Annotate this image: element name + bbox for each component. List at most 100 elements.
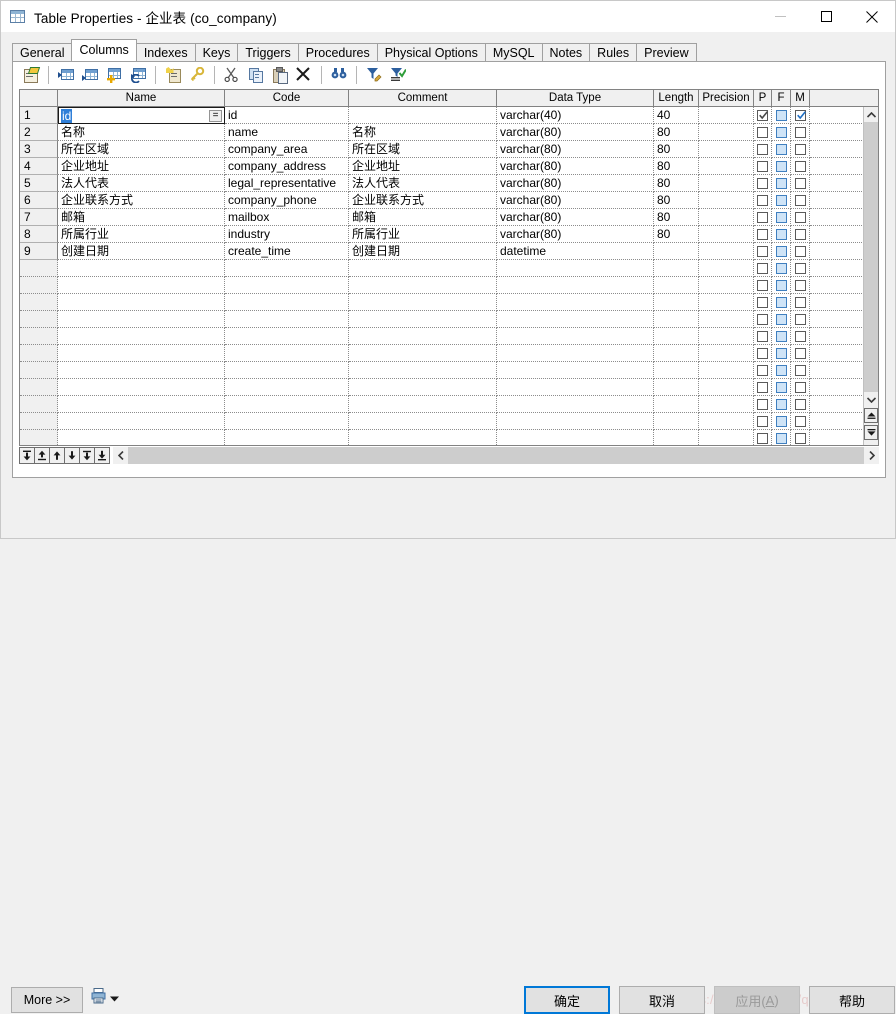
table-row[interactable]: 5 法人代表 legal_representative 法人代表 varchar(80)… bbox=[20, 175, 878, 192]
cell-p[interactable] bbox=[754, 141, 772, 158]
cell-precision[interactable] bbox=[699, 243, 754, 260]
checkbox-p[interactable] bbox=[757, 126, 768, 138]
cell-f[interactable] bbox=[772, 158, 791, 175]
cell-name[interactable]: 企业联系方式 bbox=[58, 192, 225, 209]
cell-code[interactable]: create_time bbox=[225, 243, 349, 260]
cell-m[interactable] bbox=[791, 260, 810, 277]
cell-num[interactable]: 5 bbox=[20, 175, 58, 192]
notes-icon[interactable] bbox=[161, 64, 185, 87]
cell-code[interactable] bbox=[225, 311, 349, 328]
cell-precision[interactable] bbox=[699, 226, 754, 243]
cell-m[interactable] bbox=[791, 226, 810, 243]
table-row-empty[interactable] bbox=[20, 345, 878, 362]
cell-datatype[interactable]: varchar(80) bbox=[497, 192, 654, 209]
cut-icon[interactable] bbox=[220, 64, 244, 87]
cell-p[interactable] bbox=[754, 209, 772, 226]
checkbox-m[interactable] bbox=[794, 415, 806, 427]
cell-m[interactable] bbox=[791, 311, 810, 328]
cell-p[interactable] bbox=[754, 362, 772, 379]
checkbox-m[interactable] bbox=[794, 381, 806, 393]
cell-name[interactable]: 企业地址 bbox=[58, 158, 225, 175]
cell-m[interactable] bbox=[791, 345, 810, 362]
cell-p[interactable] bbox=[754, 277, 772, 294]
add-column-icon[interactable] bbox=[102, 64, 126, 87]
cell-num[interactable] bbox=[20, 260, 58, 277]
nav-next-row-button[interactable] bbox=[64, 446, 80, 464]
print-group[interactable] bbox=[91, 988, 119, 1007]
nav-page-down-button[interactable] bbox=[79, 446, 95, 464]
cell-datatype[interactable] bbox=[497, 294, 654, 311]
cell-length[interactable]: 80 bbox=[654, 141, 699, 158]
checkbox-m[interactable] bbox=[794, 228, 806, 240]
checkbox-p[interactable] bbox=[757, 211, 768, 223]
cell-precision[interactable] bbox=[699, 413, 754, 430]
cell-f[interactable] bbox=[772, 141, 791, 158]
cell-num[interactable]: 2 bbox=[20, 124, 58, 141]
cell-m[interactable] bbox=[791, 175, 810, 192]
properties-icon[interactable] bbox=[19, 64, 43, 87]
cell-datatype[interactable] bbox=[497, 345, 654, 362]
insert-column-after-icon[interactable] bbox=[78, 64, 102, 87]
grid-header-comment[interactable]: Comment bbox=[349, 90, 497, 106]
scrollbar-thumb[interactable] bbox=[864, 122, 878, 392]
scrollbar-thumb-horizontal[interactable] bbox=[128, 446, 864, 464]
table-row-empty[interactable] bbox=[20, 430, 878, 445]
cell-code[interactable] bbox=[225, 430, 349, 445]
cell-code[interactable] bbox=[225, 294, 349, 311]
checkbox-p[interactable] bbox=[757, 347, 768, 359]
grid-header-length[interactable]: Length bbox=[654, 90, 699, 106]
grid-header-m[interactable]: M bbox=[791, 90, 810, 106]
cell-p[interactable] bbox=[754, 175, 772, 192]
cell-f[interactable] bbox=[772, 124, 791, 141]
cell-name[interactable] bbox=[58, 362, 225, 379]
cell-m[interactable] bbox=[791, 141, 810, 158]
cell-f[interactable] bbox=[772, 260, 791, 277]
grid-header-num[interactable] bbox=[20, 90, 58, 106]
cell-m[interactable] bbox=[791, 209, 810, 226]
cell-precision[interactable] bbox=[699, 107, 754, 124]
cell-name[interactable]: id = bbox=[58, 107, 225, 124]
cell-m[interactable] bbox=[791, 294, 810, 311]
cell-precision[interactable] bbox=[699, 294, 754, 311]
cell-datatype[interactable] bbox=[497, 379, 654, 396]
table-row[interactable]: 6 企业联系方式 company_phone 企业联系方式 varchar(80) 80 bbox=[20, 192, 878, 209]
cell-num[interactable]: 9 bbox=[20, 243, 58, 260]
cell-p[interactable] bbox=[754, 328, 772, 345]
cell-precision[interactable] bbox=[699, 396, 754, 413]
cell-comment[interactable] bbox=[349, 379, 497, 396]
cell-datatype[interactable]: varchar(40) bbox=[497, 107, 654, 124]
cell-length[interactable]: 80 bbox=[654, 124, 699, 141]
cell-precision[interactable] bbox=[699, 141, 754, 158]
checkbox-m[interactable] bbox=[794, 313, 806, 325]
chevron-down-icon[interactable] bbox=[110, 991, 119, 1005]
cell-name[interactable] bbox=[58, 396, 225, 413]
cell-p[interactable] bbox=[754, 379, 772, 396]
checkbox-p[interactable] bbox=[757, 398, 768, 410]
cell-code[interactable] bbox=[225, 277, 349, 294]
cell-length[interactable]: 40 bbox=[654, 107, 699, 124]
checkbox-p[interactable] bbox=[757, 160, 768, 172]
cell-code[interactable] bbox=[225, 362, 349, 379]
cell-code[interactable] bbox=[225, 396, 349, 413]
key-icon[interactable] bbox=[185, 64, 209, 87]
cell-p[interactable] bbox=[754, 260, 772, 277]
scroll-left-icon[interactable] bbox=[113, 446, 128, 464]
checkbox-p[interactable] bbox=[757, 177, 768, 189]
cell-num[interactable]: 6 bbox=[20, 192, 58, 209]
cell-length[interactable] bbox=[654, 413, 699, 430]
cell-p[interactable] bbox=[754, 226, 772, 243]
cell-comment[interactable] bbox=[349, 413, 497, 430]
table-row-empty[interactable] bbox=[20, 311, 878, 328]
table-row[interactable]: 1 id = id varchar(40) 40 bbox=[20, 107, 878, 124]
cell-code[interactable] bbox=[225, 260, 349, 277]
cell-f[interactable] bbox=[772, 379, 791, 396]
cell-datatype[interactable]: varchar(80) bbox=[497, 175, 654, 192]
cell-f[interactable] bbox=[772, 396, 791, 413]
cell-length[interactable] bbox=[654, 345, 699, 362]
cell-precision[interactable] bbox=[699, 379, 754, 396]
grid-header-f[interactable]: F bbox=[772, 90, 791, 106]
delete-icon[interactable] bbox=[292, 64, 316, 87]
cell-p[interactable] bbox=[754, 294, 772, 311]
cell-m[interactable] bbox=[791, 192, 810, 209]
checkbox-m[interactable] bbox=[794, 143, 806, 155]
